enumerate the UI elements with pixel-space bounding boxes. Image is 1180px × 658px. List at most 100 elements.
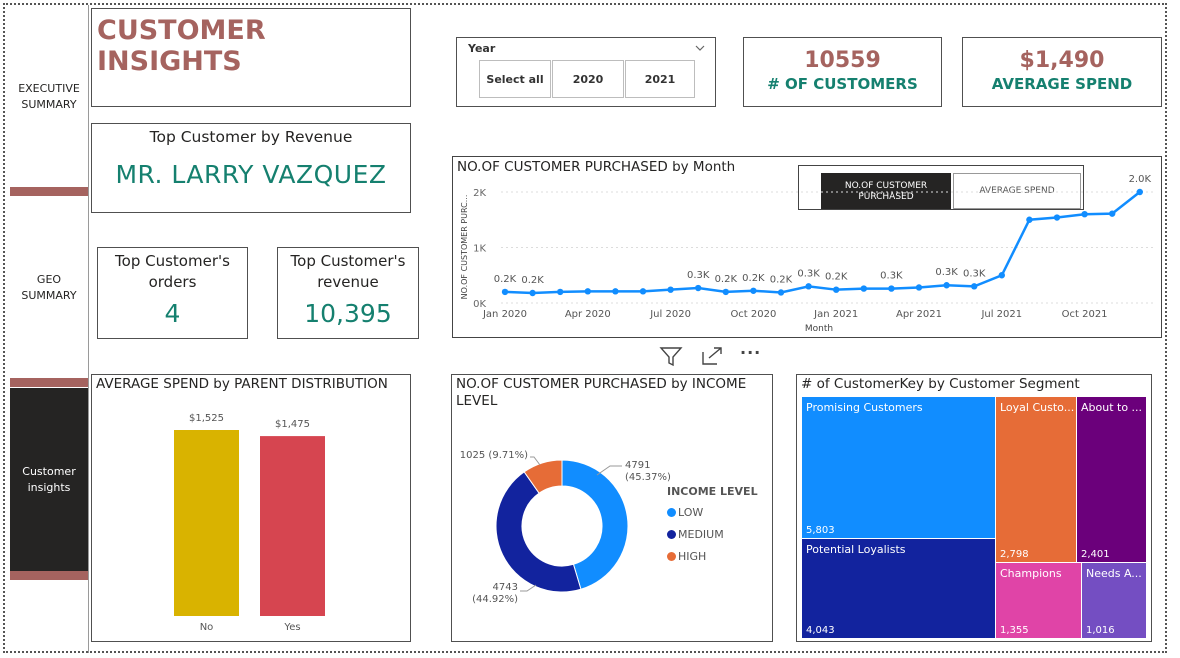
- data-point: [777, 289, 785, 296]
- treemap-cell-champions[interactable]: Champions 1,355: [996, 563, 1081, 638]
- data-point: [501, 288, 509, 296]
- bar-data-label: $1,525: [189, 413, 224, 424]
- treemap-cell-promising[interactable]: Promising Customers 5,803: [802, 397, 995, 538]
- data-point: [722, 288, 729, 296]
- bar: [174, 430, 239, 616]
- top-customer-title: Top Customer by Revenue: [149, 128, 353, 146]
- donut-legend-title: INCOME LEVEL: [667, 485, 758, 498]
- data-label: 0.3K: [797, 268, 820, 279]
- revenue-value: 10,395: [304, 299, 392, 328]
- bar-chart-visual[interactable]: AVERAGE SPEND by PARENT DISTRIBUTION $1,…: [91, 374, 411, 642]
- slicer-option-select-all[interactable]: Select all: [479, 60, 551, 98]
- x-tick-label: Oct 2021: [1062, 309, 1108, 320]
- data-point: [915, 284, 923, 291]
- donut-legend: LOW MEDIUM HIGH: [667, 501, 724, 567]
- data-label: 0.2K: [825, 272, 848, 283]
- treemap-visual[interactable]: # of CustomerKey by Customer Segment Pro…: [796, 374, 1152, 642]
- donut-chart-visual[interactable]: NO.OF CUSTOMER PURCHASED by INCOME LEVEL…: [451, 374, 773, 642]
- data-point: [1053, 214, 1061, 221]
- treemap-label: Loyal Custo...: [1000, 401, 1075, 414]
- x-tick-label: Jul 2020: [649, 309, 691, 320]
- data-label: 0.3K: [880, 271, 903, 282]
- x-tick-label: Yes: [283, 622, 300, 633]
- donut-data-label: 4743 (44.92%): [472, 582, 518, 605]
- top-customer-revenue-card: Top Customer's revenue 10,395: [277, 247, 419, 339]
- nav-geo-summary[interactable]: GEO SUMMARY: [10, 198, 88, 378]
- data-point: [833, 286, 840, 293]
- data-point: [557, 288, 564, 296]
- title-card: CUSTOMER INSIGHTS: [91, 8, 411, 107]
- kpi-spend-card: $1,490 AVERAGE SPEND: [962, 37, 1162, 107]
- treemap-cell-potential-loyalists[interactable]: Potential Loyalists 4,043: [802, 539, 995, 638]
- x-tick-label: No: [200, 622, 214, 633]
- top-customer-orders-card: Top Customer's orders 4: [97, 247, 248, 339]
- x-tick-label: Jan 2021: [813, 309, 858, 320]
- x-tick-label: Apr 2020: [565, 309, 611, 320]
- treemap-value: 1,016: [1086, 625, 1115, 636]
- data-label: 2.0K: [1129, 174, 1152, 185]
- legend-item[interactable]: HIGH: [667, 545, 724, 567]
- top-customer-name: MR. LARRY VAZQUEZ: [115, 160, 387, 189]
- leader-line: [530, 456, 541, 466]
- data-point: [612, 288, 619, 295]
- data-point: [860, 285, 867, 292]
- kpi-customers-value: 10559: [804, 48, 881, 73]
- data-point: [943, 282, 950, 289]
- treemap-label: Champions: [1000, 567, 1062, 580]
- y-axis-label: NO.OF CUSTOMER PURC...: [460, 195, 469, 300]
- legend-item[interactable]: MEDIUM: [667, 523, 724, 545]
- nav-separator: [10, 187, 88, 196]
- data-point: [1136, 188, 1143, 196]
- data-point: [695, 284, 702, 292]
- slicer-option-2020[interactable]: 2020: [552, 60, 624, 98]
- nav-customer-insights[interactable]: Customer insights: [10, 388, 88, 571]
- donut-chart-plot: 4791 (45.37%) 4743 (44.92%) 1025 (9.71%): [460, 450, 671, 605]
- data-point: [971, 283, 978, 290]
- bar: [260, 436, 325, 616]
- line-chart-visual[interactable]: NO.OF CUSTOMER PURCHASED by Month NO.OF …: [452, 156, 1162, 338]
- data-point: [805, 283, 812, 290]
- data-point: [1026, 216, 1033, 223]
- more-options-icon[interactable]: ···: [740, 343, 761, 362]
- treemap-cell-about-to-sleep[interactable]: About to ... 2,401: [1077, 397, 1146, 562]
- nav-separator: [10, 378, 88, 387]
- treemap-label: Potential Loyalists: [806, 543, 906, 556]
- treemap-value: 2,798: [1000, 549, 1029, 560]
- data-label: 0.3K: [935, 267, 958, 278]
- x-tick-label: Jan 2020: [482, 309, 527, 320]
- legend-marker: [667, 507, 676, 517]
- x-tick-label: Apr 2021: [896, 309, 942, 320]
- chevron-down-icon[interactable]: [695, 44, 705, 52]
- data-point: [667, 286, 674, 293]
- x-axis-label: Month: [805, 324, 833, 334]
- donut-data-label: 4791 (45.37%): [625, 460, 671, 483]
- orders-value: 4: [164, 299, 181, 328]
- slicer-option-2021[interactable]: 2021: [625, 60, 695, 98]
- nav-executive-summary[interactable]: EXECUTIVE SUMMARY: [10, 8, 88, 186]
- series-line: [504, 191, 1141, 295]
- treemap-title: # of CustomerKey by Customer Segment: [801, 376, 1080, 392]
- data-label: 0.2K: [770, 274, 793, 285]
- x-tick-label: Oct 2020: [730, 309, 776, 320]
- legend-marker: [667, 551, 676, 561]
- orders-title: Top Customer's orders: [115, 252, 230, 291]
- data-label: 0.2K: [715, 274, 738, 285]
- y-tick-label: 1K: [473, 244, 486, 255]
- year-slicer[interactable]: Year Select all 2020 2021: [456, 37, 716, 107]
- treemap-value: 4,043: [806, 625, 835, 636]
- treemap-cell-loyal[interactable]: Loyal Custo... 2,798: [996, 397, 1076, 562]
- filter-icon[interactable]: [659, 345, 683, 367]
- treemap-value: 5,803: [806, 525, 835, 536]
- kpi-customers-card: 10559 # OF CUSTOMERS: [743, 37, 942, 107]
- treemap-cell-needs-attention[interactable]: Needs A... 1,016: [1082, 563, 1146, 638]
- donut-data-label: 1025 (9.71%): [460, 450, 528, 461]
- focus-mode-icon[interactable]: [701, 346, 723, 366]
- data-point: [888, 285, 895, 292]
- data-point: [750, 287, 757, 294]
- bar-data-label: $1,475: [275, 419, 310, 430]
- data-label: 0.2K: [742, 273, 765, 284]
- kpi-spend-label: AVERAGE SPEND: [991, 75, 1133, 93]
- treemap-value: 1,355: [1000, 625, 1029, 636]
- legend-item[interactable]: LOW: [667, 501, 724, 523]
- treemap-label: Needs A...: [1086, 567, 1142, 580]
